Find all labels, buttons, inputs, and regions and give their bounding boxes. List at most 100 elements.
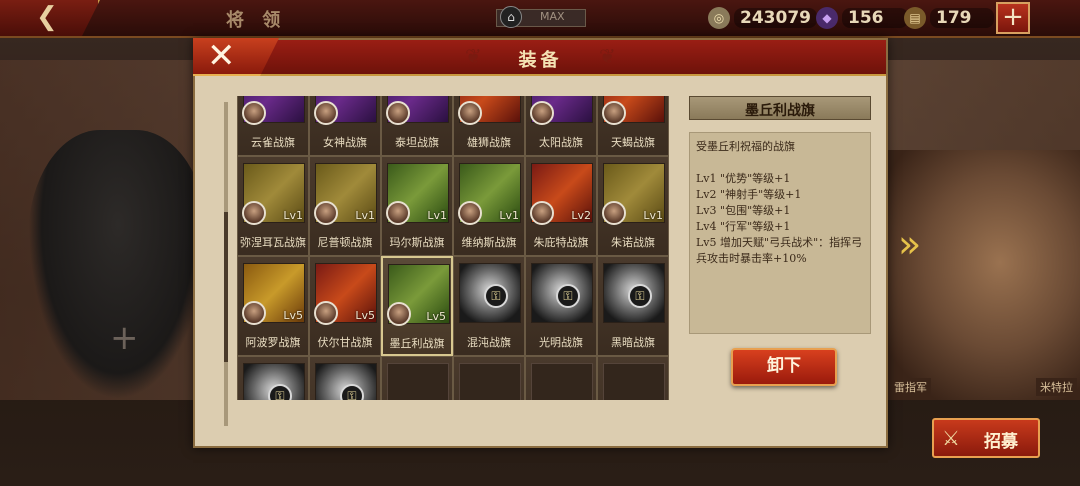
general-portraits[interactable] bbox=[880, 150, 1080, 400]
banner-name: 雄狮战旗 bbox=[467, 136, 511, 149]
banner-cell[interactable]: Lv5 阿波罗战旗 bbox=[237, 256, 309, 356]
page-title: 将 领 bbox=[226, 10, 287, 31]
banner-name: 阿波罗战旗 bbox=[245, 336, 301, 349]
general-avatar bbox=[602, 201, 626, 225]
locked-banner-image: ⚿ bbox=[459, 263, 521, 323]
banner-level: Lv1 bbox=[643, 209, 663, 222]
locked-banner-image: ⚿ bbox=[603, 263, 665, 323]
general-avatar bbox=[458, 201, 482, 225]
banner-cell[interactable]: 云雀战旗 bbox=[237, 96, 309, 156]
banner-name: 黑暗战旗 bbox=[611, 336, 655, 349]
banner-name: 女神战旗 bbox=[323, 136, 367, 149]
banner-level: Lv1 bbox=[499, 209, 519, 222]
recruit-button[interactable]: ⚔ 招募 bbox=[932, 418, 1040, 458]
lock-icon: ⚿ bbox=[484, 284, 508, 308]
detail-line: Lv3 "包围"等级+1 bbox=[696, 204, 791, 217]
locked-banner-image: ⚿ bbox=[315, 363, 377, 400]
gem-resource: ◆ 156 bbox=[816, 6, 908, 30]
banner-cell[interactable]: ⚿ bbox=[309, 356, 381, 400]
banner-cell[interactable]: ⚿ 光明战旗 bbox=[525, 256, 597, 356]
general-name-label: 雷指军 bbox=[890, 378, 931, 396]
general-avatar bbox=[602, 101, 626, 125]
coin-value: 243079 bbox=[734, 8, 817, 28]
banner-name: 朱诺战旗 bbox=[611, 236, 655, 249]
banner-image bbox=[531, 363, 593, 400]
level-max-label: MAX bbox=[540, 10, 565, 23]
banner-cell[interactable] bbox=[597, 356, 669, 400]
banner-name: 伏尔甘战旗 bbox=[317, 336, 373, 349]
locked-general-silhouette[interactable] bbox=[28, 130, 208, 400]
banner-level: Lv5 bbox=[283, 309, 303, 322]
back-button[interactable]: ❮ bbox=[0, 0, 100, 36]
banner-name: 云雀战旗 bbox=[251, 136, 295, 149]
banner-cell[interactable]: Lv1 朱诺战旗 bbox=[597, 156, 669, 256]
lock-icon: ⚿ bbox=[340, 384, 364, 400]
detail-line: Lv1 "优势"等级+1 bbox=[696, 172, 791, 185]
banner-name: 尼普顿战旗 bbox=[317, 236, 373, 249]
banner-cell[interactable] bbox=[525, 356, 597, 400]
banner-cell[interactable]: ⚿ 黑暗战旗 bbox=[597, 256, 669, 356]
detail-line bbox=[696, 155, 864, 171]
detail-line: Lv4 "行军"等级+1 bbox=[696, 220, 791, 233]
coin-resource: ◎ 243079 bbox=[708, 6, 817, 30]
detail-title-bar: 墨丘利战旗 bbox=[689, 96, 871, 120]
add-general-icon[interactable]: + bbox=[110, 318, 139, 358]
add-resource-button[interactable]: + bbox=[996, 2, 1030, 34]
banner-level: Lv1 bbox=[355, 209, 375, 222]
general-avatar bbox=[386, 101, 410, 125]
general-avatar bbox=[387, 302, 411, 326]
locked-banner-image: ⚿ bbox=[531, 263, 593, 323]
banner-cell[interactable] bbox=[381, 356, 453, 400]
scroll-icon: ▤ bbox=[904, 7, 926, 29]
banner-grid: 云雀战旗 女神战旗 泰坦战旗 雄狮战旗 太阳战旗 天蝎战旗 Lv1 弥涅耳瓦战旗 Lv1 尼普顿战… bbox=[237, 96, 673, 400]
lock-icon: ⚿ bbox=[268, 384, 292, 400]
general-avatar bbox=[530, 201, 554, 225]
banner-level: Lv5 bbox=[355, 309, 375, 322]
banner-cell[interactable]: 天蝎战旗 bbox=[597, 96, 669, 156]
banner-level: Lv2 bbox=[571, 209, 591, 222]
banner-cell[interactable]: ⚿ bbox=[237, 356, 309, 400]
next-arrow-icon[interactable]: » bbox=[898, 222, 921, 266]
banner-cell[interactable]: Lv5 伏尔甘战旗 bbox=[309, 256, 381, 356]
lock-icon: ⚿ bbox=[628, 284, 652, 308]
banner-name: 光明战旗 bbox=[539, 336, 583, 349]
banner-cell[interactable]: ⚿ 混沌战旗 bbox=[453, 256, 525, 356]
banner-name: 朱庇特战旗 bbox=[533, 236, 589, 249]
laurel-right-icon: ❦ bbox=[599, 44, 616, 68]
modal-header: ✕ ❦ 装备 ❦ bbox=[193, 38, 886, 76]
banner-image bbox=[387, 363, 449, 400]
lock-icon: ⚿ bbox=[556, 284, 580, 308]
detail-line: Lv2 "神射手"等级+1 bbox=[696, 188, 802, 201]
banner-cell[interactable]: Lv1 尼普顿战旗 bbox=[309, 156, 381, 256]
back-arrow-icon: ❮ bbox=[36, 2, 58, 32]
banner-name: 玛尔斯战旗 bbox=[389, 236, 445, 249]
general-name-label: 米特拉 bbox=[1036, 378, 1077, 396]
banner-cell[interactable]: 泰坦战旗 bbox=[381, 96, 453, 156]
banner-cell[interactable]: Lv1 弥涅耳瓦战旗 bbox=[237, 156, 309, 256]
banner-name: 太阳战旗 bbox=[539, 136, 583, 149]
banner-name: 泰坦战旗 bbox=[395, 136, 439, 149]
banner-image bbox=[459, 363, 521, 400]
banner-name: 天蝎战旗 bbox=[611, 136, 655, 149]
grid-scrollbar-thumb[interactable] bbox=[224, 212, 228, 362]
coin-icon: ◎ bbox=[708, 7, 730, 29]
unequip-button[interactable]: 卸下 bbox=[731, 348, 837, 386]
general-avatar bbox=[314, 201, 338, 225]
banner-cell[interactable]: 雄狮战旗 bbox=[453, 96, 525, 156]
banner-cell[interactable]: Lv1 玛尔斯战旗 bbox=[381, 156, 453, 256]
banner-cell[interactable]: 女神战旗 bbox=[309, 96, 381, 156]
banner-level: Lv5 bbox=[426, 310, 446, 323]
top-bar: ❮ 将 领 ⌂ MAX ◎ 243079 ◆ 156 ▤ 179 + bbox=[0, 0, 1080, 38]
scroll-resource: ▤ 179 bbox=[904, 6, 994, 30]
temple-icon: ⌂ bbox=[500, 6, 522, 28]
banner-image bbox=[603, 363, 665, 400]
banner-cell[interactable]: Lv1 维纳斯战旗 bbox=[453, 156, 525, 256]
banner-cell[interactable]: Lv5 墨丘利战旗 bbox=[381, 256, 453, 356]
general-avatar bbox=[242, 301, 266, 325]
equipment-modal: ✕ ❦ 装备 ❦ 云雀战旗 女神战旗 泰坦战旗 雄狮战旗 太阳战旗 天蝎战旗 Lv1 弥涅耳瓦… bbox=[193, 38, 888, 448]
banner-cell[interactable]: 太阳战旗 bbox=[525, 96, 597, 156]
general-avatar bbox=[242, 201, 266, 225]
banner-cell[interactable] bbox=[453, 356, 525, 400]
banner-name: 弥涅耳瓦战旗 bbox=[240, 236, 306, 249]
banner-cell[interactable]: Lv2 朱庇特战旗 bbox=[525, 156, 597, 256]
